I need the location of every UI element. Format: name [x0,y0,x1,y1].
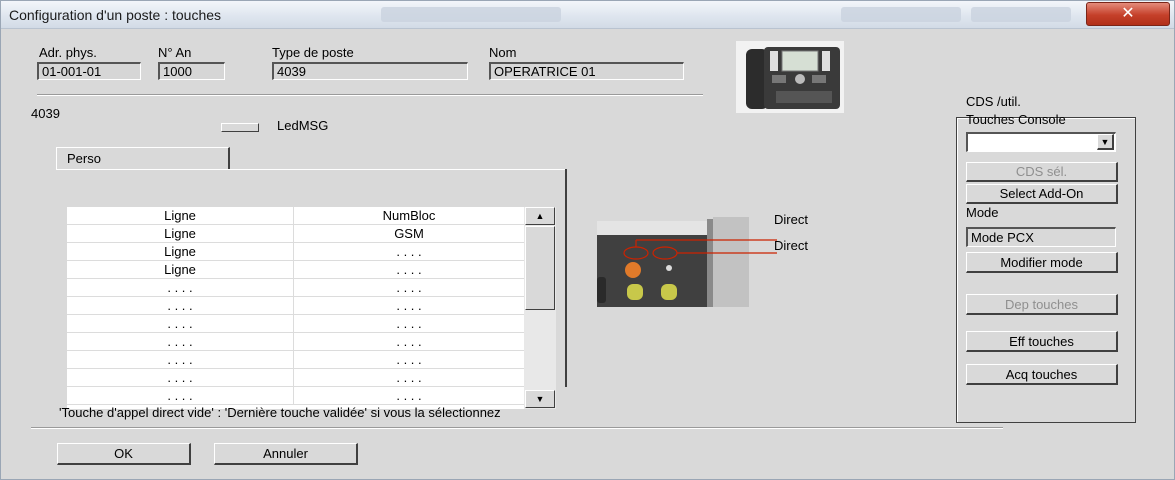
grid-cell-function: . . . . [396,316,422,331]
table-row[interactable]: . . . . . . . . [67,333,524,351]
scroll-down-arrow-icon[interactable]: ▼ [525,390,555,408]
close-button[interactable]: ✕ [1086,2,1170,26]
tab-perso[interactable]: Perso [56,147,230,170]
grid-cell-type: . . . . [67,297,294,314]
background-window-tab [841,7,961,22]
grid-cell-function: . . . . [396,244,422,259]
phone-set-image [736,41,844,113]
grid-cell-function: NumBloc [382,208,436,223]
grid-scrollbar[interactable]: ▲ ▼ [524,207,556,409]
grid-cell-type: Ligne [67,243,294,260]
background-window-tab [971,7,1071,22]
grid-cell-function: . . . . [396,298,422,313]
grid-cell-function: . . . . [396,280,422,295]
tab-panel-top-edge [56,169,567,172]
dialog-client: Adr. phys. 01-001-01 N° An 1000 Type de … [9,29,1166,473]
background-window-tab [381,7,561,22]
table-row[interactable]: Ligne GSM [67,225,524,243]
grid-cell-function: . . . . [396,388,422,403]
grid-cell-function: . . . . [396,334,422,349]
table-row[interactable]: Ligne . . . . [67,261,524,279]
type-de-poste-field[interactable]: 4039 [272,62,468,80]
direct-callout-bottom: Direct [774,238,808,253]
cancel-button[interactable]: Annuler [214,443,358,465]
grid-cell-type: . . . . [67,351,294,368]
direct-callout-top: Direct [774,212,808,227]
mode-label: Mode [966,205,999,220]
cds-sel-button[interactable]: CDS sél. [966,162,1118,182]
n-an-label: N° An [158,45,192,60]
table-row[interactable]: . . . . . . . . [67,315,524,333]
touches-console-select[interactable] [966,132,1116,152]
window-title: Configuration d'un poste : touches [9,7,222,23]
ok-button[interactable]: OK [57,443,191,465]
nom-label: Nom [489,45,517,60]
type-de-poste-label: Type de poste [272,45,354,60]
led-msg-button[interactable] [221,123,259,132]
tab-panel-right-edge [565,169,567,387]
chevron-down-icon[interactable]: ▼ [1097,134,1114,150]
table-row[interactable]: Ligne . . . . [67,243,524,261]
table-row[interactable]: . . . . . . . . [67,351,524,369]
grid-cell-type: Ligne [67,207,294,224]
cds-util-label: CDS /util. [966,94,1021,109]
modifier-mode-button[interactable]: Modifier mode [966,252,1118,273]
grid-cell-type: . . . . [67,387,294,404]
title-bar[interactable]: Configuration d'un poste : touches ✕ [1,1,1174,29]
set-model-label: 4039 [31,106,60,121]
grid-cell-type: Ligne [67,225,294,242]
footer-divider [31,427,1003,429]
scroll-up-arrow-icon[interactable]: ▲ [525,207,555,225]
grid-cell-type: . . . . [67,315,294,332]
tab-perso-label: Perso [67,151,101,166]
eff-touches-button[interactable]: Eff touches [966,331,1118,352]
grid-cell-type: . . . . [67,333,294,350]
dialog-window: Configuration d'un poste : touches ✕ Adr… [0,0,1175,480]
adr-phys-label: Adr. phys. [39,45,97,60]
keypad-detail-image [597,217,777,307]
grid-cell-function: . . . . [396,262,422,277]
dep-touches-button[interactable]: Dep touches [966,294,1118,315]
mode-value-field: Mode PCX [966,227,1116,247]
led-msg-label: LedMSG [277,118,329,133]
table-row[interactable]: . . . . . . . . [67,297,524,315]
grid-cell-function: GSM [394,226,424,241]
acq-touches-button[interactable]: Acq touches [966,364,1118,385]
table-row[interactable]: . . . . . . . . [67,387,524,405]
grid-cell-type: . . . . [67,279,294,296]
grid-cell-function: . . . . [396,370,422,385]
keys-grid[interactable]: Ligne NumBloc Ligne GSM Ligne. . . . Ligne… [67,207,524,409]
select-add-on-button[interactable]: Select Add-On [966,184,1118,204]
table-row[interactable]: . . . . . . . . [67,279,524,297]
scrollbar-thumb[interactable] [525,226,555,310]
header-divider [37,94,703,96]
nom-field[interactable]: OPERATRICE 01 [489,62,684,80]
table-row[interactable]: Ligne NumBloc [67,207,524,225]
hint-text: 'Touche d'appel direct vide' : 'Dernière… [59,405,501,420]
grid-cell-type: Ligne [67,261,294,278]
table-row[interactable]: . . . . . . . . [67,369,524,387]
touches-console-label: Touches Console [966,112,1066,127]
grid-cell-function: . . . . [396,352,422,367]
n-an-field[interactable]: 1000 [158,62,225,80]
grid-cell-type: . . . . [67,369,294,386]
adr-phys-field[interactable]: 01-001-01 [37,62,141,80]
